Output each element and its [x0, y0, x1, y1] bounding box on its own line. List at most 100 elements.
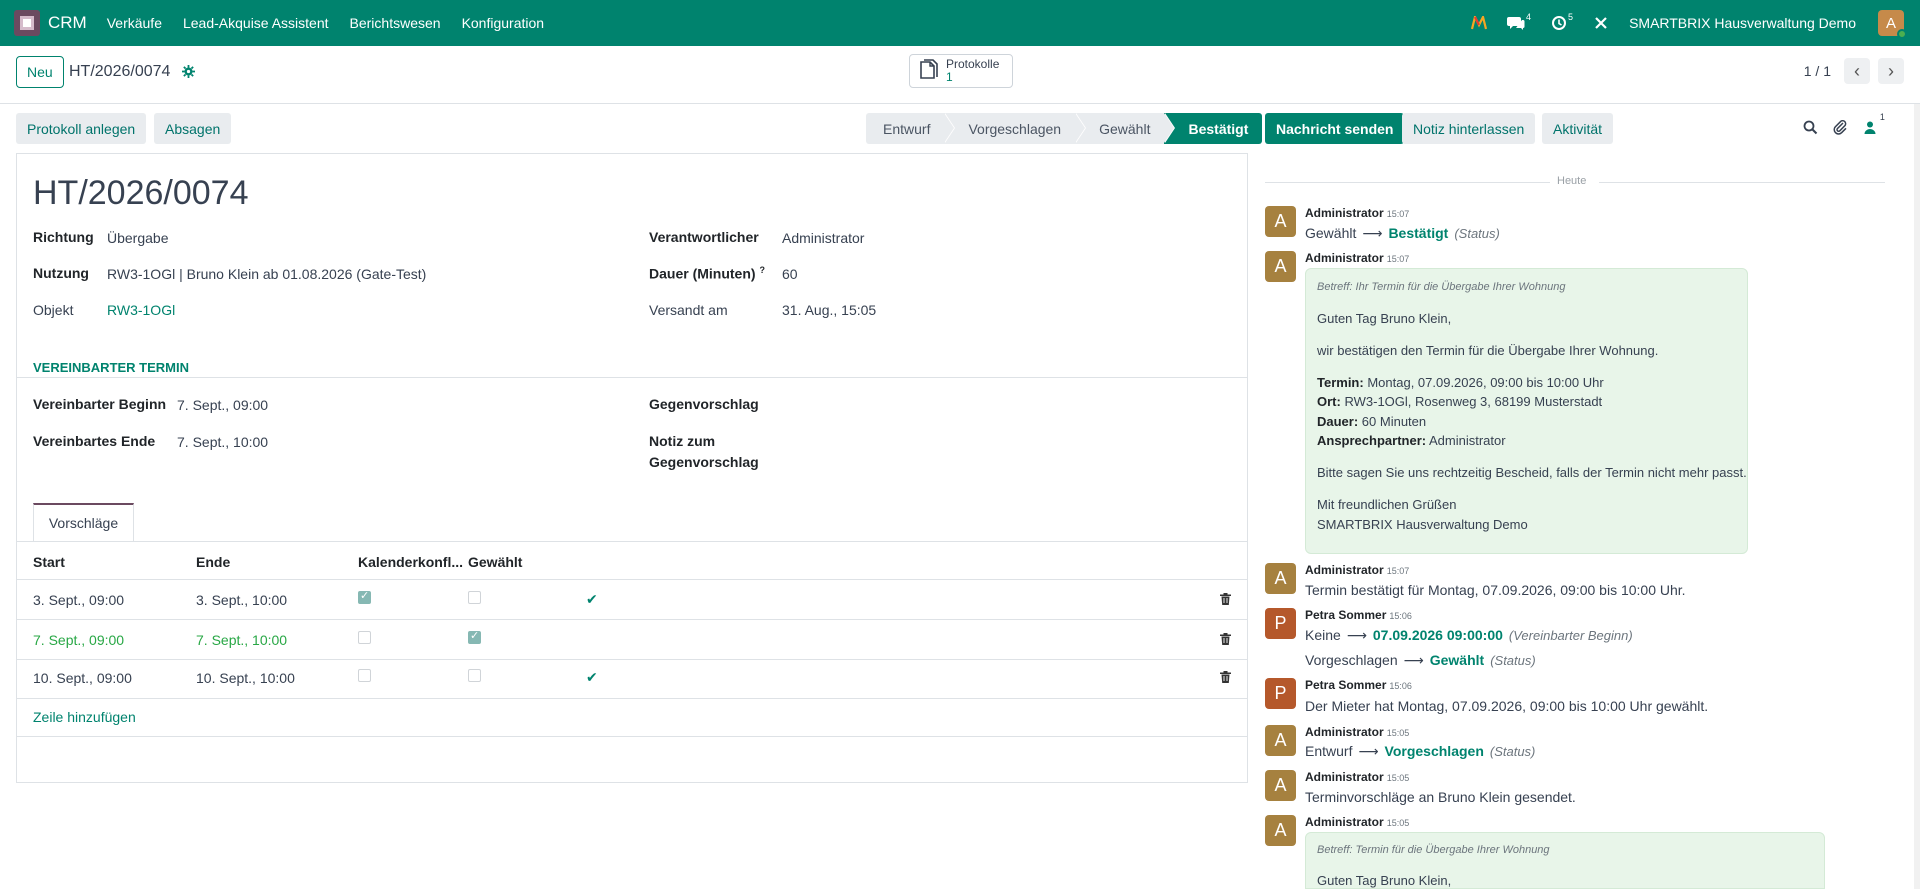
message-author: Administrator 15:07 — [1305, 251, 1409, 265]
avatar[interactable]: P — [1265, 678, 1296, 709]
pager-previous-button[interactable]: ‹ — [1844, 58, 1870, 84]
row-ende[interactable]: 7. Sept., 10:00 — [196, 632, 287, 648]
trash-icon[interactable] — [1220, 633, 1231, 645]
log-note-button[interactable]: Notiz hinterlassen — [1402, 113, 1536, 144]
author-name[interactable]: Administrator — [1305, 770, 1384, 784]
nutzung-field[interactable]: RW3-1OGl | Bruno Klein ab 01.08.2026 (Ga… — [107, 266, 426, 282]
gear-icon[interactable] — [182, 65, 195, 81]
chatter-scrollbar[interactable] — [1914, 104, 1920, 889]
author-name[interactable]: Administrator — [1305, 206, 1384, 220]
company-switcher[interactable]: SMARTBRIX Hausverwaltung Demo — [1629, 15, 1856, 31]
ende-field[interactable]: 7. Sept., 10:00 — [177, 434, 268, 450]
message-body: Terminvorschläge an Bruno Klein gesendet… — [1305, 789, 1576, 805]
avatar[interactable]: A — [1265, 770, 1296, 801]
column-header-kalenderkonflikt[interactable]: Kalenderkonfl... — [358, 554, 463, 570]
followers-icon[interactable]: 1 — [1864, 112, 1885, 137]
avatar[interactable]: A — [1265, 725, 1296, 756]
pager-next-button[interactable]: › — [1878, 58, 1904, 84]
beginn-field[interactable]: 7. Sept., 09:00 — [177, 397, 268, 413]
message-time: 15:06 — [1389, 611, 1412, 621]
author-name[interactable]: Administrator — [1305, 251, 1384, 265]
menu-konfiguration[interactable]: Konfiguration — [462, 15, 545, 31]
author-name[interactable]: Administrator — [1305, 563, 1384, 577]
new-value: Bestätigt — [1388, 225, 1449, 241]
ansprech-label: Ansprechpartner: — [1317, 433, 1427, 448]
status-bar: Entwurf Vorgeschlagen Gewählt Bestätigt — [866, 113, 1263, 144]
column-header-ende[interactable]: Ende — [196, 554, 230, 570]
avatar[interactable]: P — [1265, 608, 1296, 639]
add-line-link[interactable]: Zeile hinzufügen — [33, 709, 136, 725]
email-termin: Termin: Montag, 07.09.2026, 09:00 bis 10… — [1317, 375, 1604, 390]
search-icon[interactable] — [1803, 120, 1818, 138]
row-gewaehlt-checkbox[interactable] — [468, 629, 481, 644]
row-start[interactable]: 3. Sept., 09:00 — [33, 592, 124, 608]
chevron-right-icon: › — [1888, 60, 1894, 81]
column-header-start[interactable]: Start — [33, 554, 65, 570]
email-notice: Bitte sagen Sie uns rechtzeitig Bescheid… — [1317, 465, 1747, 480]
column-header-gewaehlt[interactable]: Gewählt — [468, 554, 522, 570]
online-status-dot — [1897, 29, 1907, 39]
row-konflikt-checkbox[interactable] — [358, 589, 371, 604]
dauer-field[interactable]: 60 — [782, 266, 798, 282]
new-record-button[interactable]: Neu — [16, 56, 64, 88]
odoo-m-icon[interactable] — [1471, 16, 1488, 30]
author-name[interactable]: Petra Sommer — [1305, 608, 1386, 622]
send-message-button[interactable]: Nachricht senden — [1265, 113, 1405, 144]
activity-count-badge: 5 — [1568, 12, 1574, 22]
avatar[interactable]: A — [1265, 251, 1296, 282]
user-avatar[interactable]: A — [1878, 10, 1907, 39]
new-value: Gewählt — [1429, 652, 1485, 668]
dauer-value: 60 Minuten — [1358, 414, 1427, 429]
row-gewaehlt-checkbox[interactable] — [468, 591, 481, 604]
row-start[interactable]: 10. Sept., 09:00 — [33, 670, 132, 686]
status-step-entwurf[interactable]: Entwurf — [866, 113, 957, 144]
status-step-vorgeschlagen[interactable]: Vorgeschlagen — [944, 113, 1086, 144]
tab-vorschlaege[interactable]: Vorschläge — [33, 503, 134, 541]
richtung-field[interactable]: Übergabe — [107, 230, 169, 246]
help-tooltip-icon[interactable]: ? — [759, 265, 765, 275]
message-body: Termin bestätigt für Montag, 07.09.2026,… — [1305, 582, 1686, 598]
author-name[interactable]: Petra Sommer — [1305, 678, 1386, 692]
message-author: Administrator 15:05 — [1305, 770, 1409, 784]
trash-icon[interactable] — [1220, 671, 1231, 683]
activity-clock-icon[interactable]: 5 — [1551, 12, 1574, 31]
email-greeting: Guten Tag Bruno Klein, — [1317, 311, 1452, 326]
message-author: Petra Sommer 15:06 — [1305, 608, 1412, 622]
debug-tools-icon[interactable] — [1593, 15, 1609, 31]
create-protocol-button[interactable]: Protokoll anlegen — [16, 113, 147, 144]
smart-button-label: Protokolle — [946, 57, 1000, 71]
row-ende[interactable]: 3. Sept., 10:00 — [196, 592, 287, 608]
status-step-bestaetigt[interactable]: Bestätigt — [1164, 113, 1263, 144]
pager-value[interactable]: 1 / 1 — [1804, 63, 1831, 79]
objekt-link[interactable]: RW3-1OGl — [107, 302, 175, 318]
protokolle-smart-button[interactable]: Protokolle 1 — [909, 54, 1013, 88]
cancel-appointment-button[interactable]: Absagen — [154, 113, 232, 144]
tracking-value: Keine ⟶ 07.09.2026 09:00:00 (Vereinbarter B… — [1305, 627, 1633, 644]
menu-verkaeufe[interactable]: Verkäufe — [107, 15, 162, 31]
row-gewaehlt-checkbox[interactable] — [468, 669, 481, 682]
chevron-left-icon: ‹ — [1854, 60, 1860, 81]
menu-berichtswesen[interactable]: Berichtswesen — [350, 15, 441, 31]
row-konflikt-checkbox[interactable] — [358, 631, 371, 644]
arrow-right-icon: ⟶ — [1346, 627, 1367, 643]
row-konflikt-checkbox[interactable] — [358, 669, 371, 682]
ort-label: Ort: — [1317, 394, 1341, 409]
row-ende[interactable]: 10. Sept., 10:00 — [196, 670, 295, 686]
chat-icon[interactable]: 4 — [1507, 12, 1531, 31]
row-start[interactable]: 7. Sept., 09:00 — [33, 632, 124, 648]
avatar[interactable]: A — [1265, 563, 1296, 594]
author-name[interactable]: Administrator — [1305, 815, 1384, 829]
trash-icon[interactable] — [1220, 593, 1231, 605]
avatar[interactable]: A — [1265, 815, 1296, 846]
avatar[interactable]: A — [1265, 206, 1296, 237]
status-step-gewaehlt[interactable]: Gewählt — [1075, 113, 1176, 144]
paperclip-icon[interactable] — [1833, 119, 1848, 138]
crm-app-icon[interactable] — [14, 10, 40, 36]
activity-button[interactable]: Aktivität — [1542, 113, 1614, 144]
menu-lead-akquise[interactable]: Lead-Akquise Assistent — [183, 15, 329, 31]
author-name[interactable]: Administrator — [1305, 725, 1384, 739]
field-name: (Status) — [1489, 744, 1536, 759]
app-name[interactable]: CRM — [48, 13, 87, 33]
versandt-field: 31. Aug., 15:05 — [782, 302, 877, 318]
verantwortlicher-field[interactable]: Administrator — [782, 230, 864, 246]
